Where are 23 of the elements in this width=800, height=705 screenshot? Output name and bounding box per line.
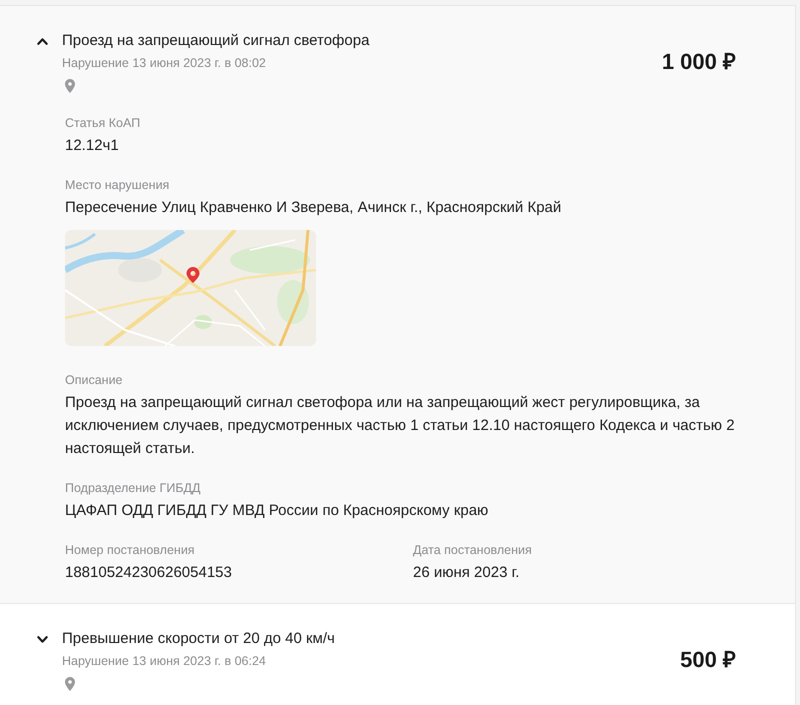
fine-amount: 500 ₽ [680, 647, 736, 673]
field-value: ЦАФАП ОДД ГИБДД ГУ МВД России по Красноярскому краю [65, 501, 488, 521]
caret-up-icon[interactable] [37, 38, 48, 45]
fine-title: Проезд на запрещающий сигнал светофора [62, 31, 370, 51]
field-label: Номер постановления [65, 542, 195, 558]
map-pin-icon [186, 267, 200, 283]
field-label: Подразделение ГИБДД [65, 480, 200, 496]
location-pin-icon [65, 677, 75, 691]
field-label: Дата постановления [413, 542, 532, 558]
violation-date: Нарушение 13 июня 2023 г. в 06:24 [62, 653, 266, 669]
field-label: Место нарушения [65, 177, 170, 193]
field-value: 18810524230626054153 [65, 563, 232, 583]
field-value: Пересечение Улиц Кравченко И Зверева, Ачинск г., Красноярский Край [65, 198, 562, 218]
fine-title: Превышение скорости от 20 до 40 км/ч [62, 629, 335, 649]
field-value: Проезд на запрещающий сигнал светофора или на запрещающий жест регулировщика, за исключением случаев, предусмотренных частью 1 статьи 12.10 настоящего Кодекса и частью 2 настоящей статьи. [65, 393, 736, 459]
field-label: Статья КоАП [65, 115, 140, 131]
field-value: 12.12ч1 [65, 136, 119, 156]
location-pin-icon [65, 79, 75, 93]
field-label: Описание [65, 372, 123, 388]
fine-amount: 1 000 ₽ [662, 49, 736, 75]
caret-down-icon[interactable] [37, 636, 48, 643]
field-value: 26 июня 2023 г. [413, 563, 520, 583]
violation-date: Нарушение 13 июня 2023 г. в 08:02 [62, 55, 266, 71]
